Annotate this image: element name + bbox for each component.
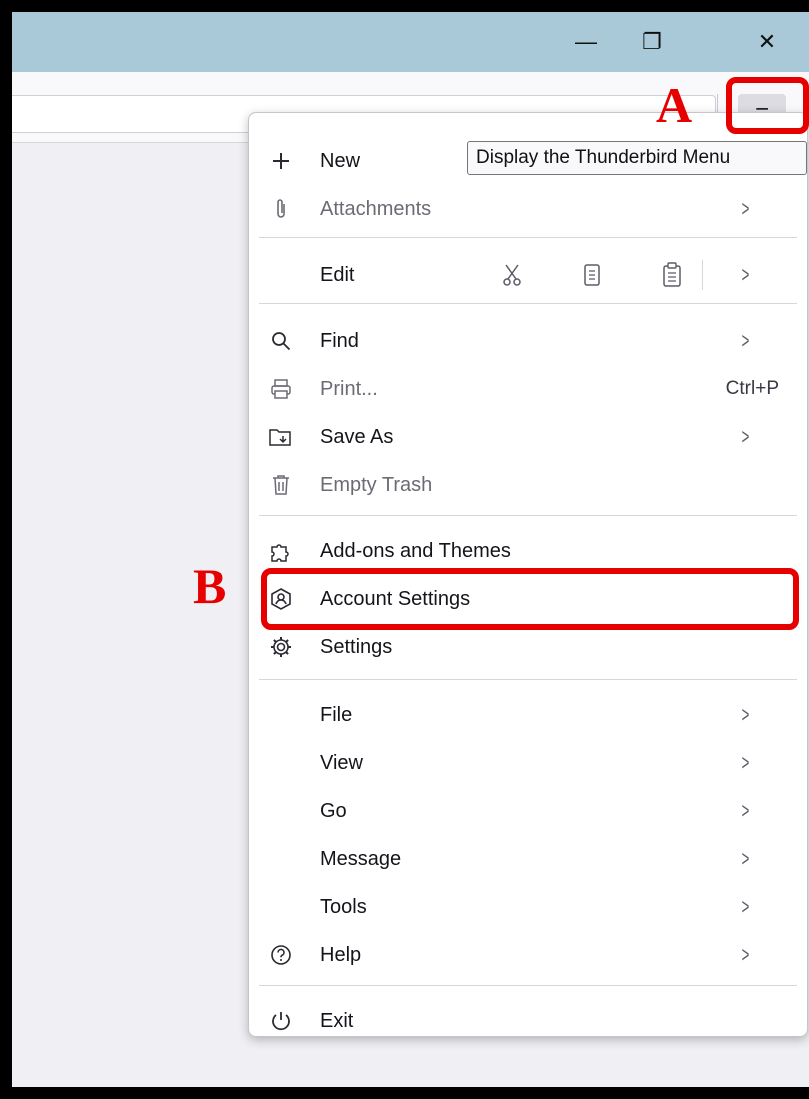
restore-button[interactable]: ❐ xyxy=(629,12,675,72)
menu-item-label: New xyxy=(320,149,361,172)
edit-separator xyxy=(702,260,703,290)
paste-icon[interactable] xyxy=(649,258,695,292)
chevron-right-icon: > xyxy=(741,702,750,727)
menu-tooltip: Display the Thunderbird Menu xyxy=(467,141,807,175)
menu-item-attachments[interactable]: Attachments > xyxy=(249,187,807,231)
menu-item-label: Add-ons and Themes xyxy=(320,539,511,562)
copy-icon[interactable] xyxy=(569,258,615,292)
annotation-a: A xyxy=(656,77,693,133)
chevron-right-icon: > xyxy=(741,942,750,967)
trash-icon xyxy=(267,471,295,499)
plus-icon xyxy=(267,147,295,175)
chevron-right-icon: > xyxy=(741,424,750,449)
menu-item-label: Go xyxy=(320,799,347,822)
menu-separator xyxy=(259,679,797,680)
menu-item-save-as[interactable]: Save As > xyxy=(249,415,807,459)
close-button[interactable]: ✕ xyxy=(744,12,790,72)
menu-item-label: Attachments xyxy=(320,197,432,220)
puzzle-piece-icon xyxy=(267,537,295,565)
menu-separator xyxy=(259,985,797,986)
chevron-right-icon: > xyxy=(741,894,750,919)
menu-item-view[interactable]: View > xyxy=(249,741,807,785)
search-icon xyxy=(267,327,295,355)
menu-separator xyxy=(259,515,797,516)
paperclip-icon xyxy=(267,195,295,223)
menu-item-exit[interactable]: Exit xyxy=(249,999,807,1043)
menu-item-label: File xyxy=(320,703,353,726)
menu-item-print[interactable]: Print... Ctrl+P xyxy=(249,367,807,411)
chevron-right-icon: > xyxy=(741,328,750,353)
power-icon xyxy=(267,1007,295,1035)
annotation-b: B xyxy=(193,558,227,614)
menu-item-label: Save As xyxy=(320,425,394,448)
menu-item-label: View xyxy=(320,751,363,774)
menu-item-label: Help xyxy=(320,943,362,966)
menu-item-go[interactable]: Go > xyxy=(249,789,807,833)
menu-separator xyxy=(259,303,797,304)
menu-item-help[interactable]: Help > xyxy=(249,933,807,977)
menu-item-file[interactable]: File > xyxy=(249,693,807,737)
menu-item-label: Exit xyxy=(320,1009,354,1032)
menu-item-tools[interactable]: Tools > xyxy=(249,885,807,929)
chevron-right-icon: > xyxy=(741,846,750,871)
menu-item-empty-trash[interactable]: Empty Trash xyxy=(249,463,807,507)
help-icon xyxy=(267,941,295,969)
menu-button-highlight xyxy=(726,77,809,134)
title-bar: — ❐ ✕ xyxy=(12,12,809,72)
cut-icon[interactable] xyxy=(489,258,535,292)
gear-icon xyxy=(267,633,295,661)
menu-item-settings[interactable]: Settings xyxy=(249,625,807,669)
chevron-right-icon: > xyxy=(741,750,750,775)
account-settings-highlight xyxy=(261,568,799,630)
menu-item-find[interactable]: Find > xyxy=(249,319,807,363)
menu-item-edit: Edit > xyxy=(249,253,807,297)
menu-item-label: Empty Trash xyxy=(320,473,433,496)
menu-item-label: Settings xyxy=(320,635,393,658)
chevron-right-icon: > xyxy=(741,196,750,221)
menu-item-label: Find xyxy=(320,329,359,352)
print-shortcut: Ctrl+P xyxy=(725,378,779,399)
printer-icon xyxy=(267,375,295,403)
menu-item-addons[interactable]: Add-ons and Themes xyxy=(249,529,807,573)
save-as-folder-icon xyxy=(267,423,295,451)
chevron-right-icon[interactable]: > xyxy=(742,262,750,288)
menu-item-label: Tools xyxy=(320,895,367,918)
menu-separator xyxy=(259,237,797,238)
menu-item-label: Message xyxy=(320,847,402,870)
minimize-button[interactable]: — xyxy=(563,12,609,72)
chevron-right-icon: > xyxy=(741,798,750,823)
menu-item-label: Edit xyxy=(320,263,355,286)
menu-item-label: Print... xyxy=(320,377,378,400)
menu-item-message[interactable]: Message > xyxy=(249,837,807,881)
